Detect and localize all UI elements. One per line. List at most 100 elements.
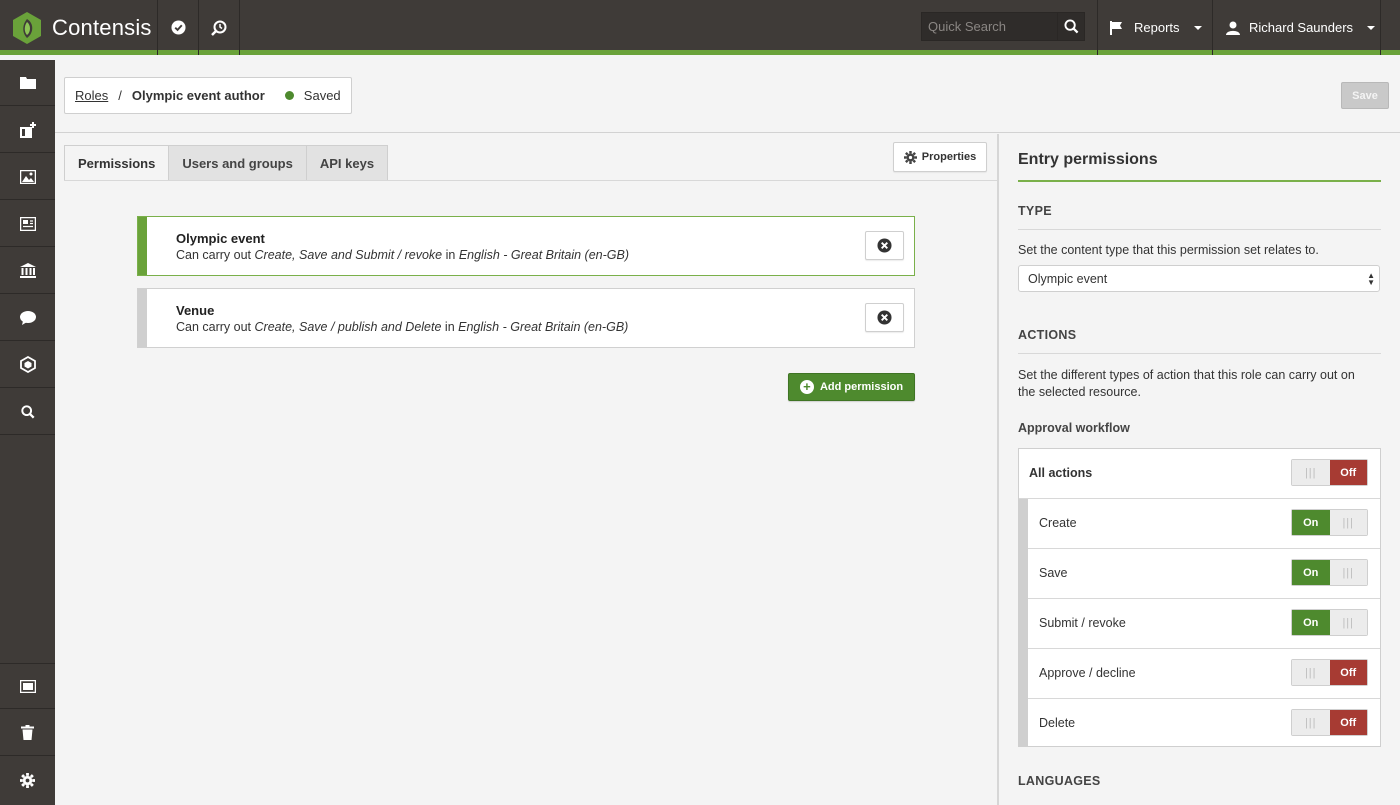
toggle-handle: ||| bbox=[1329, 610, 1367, 635]
image-icon bbox=[19, 169, 36, 184]
sidebar-item-structure[interactable] bbox=[0, 248, 55, 294]
type-heading: TYPE bbox=[1018, 204, 1052, 218]
search-icon bbox=[1063, 19, 1078, 34]
topbar-divider bbox=[1212, 0, 1213, 55]
permission-title: Olympic event bbox=[176, 231, 265, 246]
newspaper-icon bbox=[19, 216, 36, 231]
permission-connector: in bbox=[441, 320, 459, 334]
speech-bubble-icon bbox=[19, 310, 36, 325]
app-brand-name: Contensis bbox=[52, 14, 152, 40]
tasks-button[interactable] bbox=[158, 0, 199, 55]
toggle-state-on: On bbox=[1292, 610, 1330, 635]
sidebar-item-preview[interactable] bbox=[0, 663, 55, 709]
history-search-button[interactable] bbox=[199, 0, 240, 55]
top-bar: Contensis Reports Richard Saunders bbox=[0, 0, 1400, 55]
sidebar-item-recycle-bin[interactable] bbox=[0, 710, 55, 756]
search-icon bbox=[20, 404, 34, 418]
toggle-row-create: Create On ||| bbox=[1019, 499, 1380, 549]
toggle-label: Submit / revoke bbox=[1039, 616, 1126, 630]
topbar-divider bbox=[1097, 0, 1098, 55]
submit-revoke-toggle[interactable]: On ||| bbox=[1291, 609, 1368, 636]
content-type-select[interactable]: Olympic event ▲ ▼ bbox=[1018, 265, 1380, 292]
quick-search-input[interactable] bbox=[921, 12, 1058, 41]
reports-menu[interactable]: Reports bbox=[1110, 0, 1202, 55]
toggle-row-delete: Delete ||| Off bbox=[1019, 699, 1380, 746]
item-indicator bbox=[138, 289, 147, 347]
chevron-down-icon bbox=[1193, 25, 1202, 30]
toggle-row-save: Save On ||| bbox=[1019, 549, 1380, 599]
all-actions-toggle[interactable]: ||| Off bbox=[1291, 459, 1368, 486]
tab-divider bbox=[64, 180, 997, 181]
properties-button[interactable]: Properties bbox=[893, 142, 987, 172]
add-permission-button[interactable]: + Add permission bbox=[788, 373, 915, 401]
remove-permission-button[interactable] bbox=[865, 303, 904, 332]
toggle-state-off: Off bbox=[1329, 660, 1367, 685]
actions-heading: ACTIONS bbox=[1018, 328, 1077, 342]
toggle-handle: ||| bbox=[1292, 660, 1330, 685]
permission-actions: Create, Save / publish and Delete bbox=[254, 320, 442, 334]
sidebar-item-media[interactable] bbox=[0, 154, 55, 200]
close-circle-icon bbox=[877, 238, 892, 253]
permission-title: Venue bbox=[176, 303, 215, 318]
add-permission-label: Add permission bbox=[819, 381, 904, 393]
user-menu[interactable]: Richard Saunders bbox=[1226, 0, 1376, 55]
history-search-icon bbox=[211, 20, 227, 36]
permission-language: English - Great Britain (en-GB) bbox=[458, 248, 630, 262]
toggle-row-submit-revoke: Submit / revoke On ||| bbox=[1019, 599, 1380, 649]
breadcrumb: Roles / Olympic event author Saved bbox=[64, 77, 352, 114]
institution-icon bbox=[19, 263, 36, 278]
breadcrumb-separator: / bbox=[118, 88, 122, 103]
toggle-state-on: On bbox=[1292, 510, 1330, 535]
permission-connector: in bbox=[442, 248, 459, 262]
sidebar-item-entries[interactable] bbox=[0, 201, 55, 247]
user-name: Richard Saunders bbox=[1249, 20, 1354, 35]
nested-indicator bbox=[1019, 599, 1028, 649]
section-divider bbox=[1018, 353, 1381, 354]
create-toggle[interactable]: On ||| bbox=[1291, 509, 1368, 536]
remove-permission-button[interactable] bbox=[865, 231, 904, 260]
tab-api-keys[interactable]: API keys bbox=[306, 145, 389, 181]
tab-permissions[interactable]: Permissions bbox=[64, 145, 170, 181]
type-help-text: Set the content type that this permissio… bbox=[1018, 243, 1319, 257]
permission-item-venue[interactable]: Venue Can carry out Create, Save / publi… bbox=[137, 288, 915, 348]
sidebar-item-settings[interactable] bbox=[0, 757, 55, 803]
sidebar-item-comments[interactable] bbox=[0, 295, 55, 341]
entry-permissions-panel: Entry permissions TYPE Set the content t… bbox=[997, 134, 1400, 805]
delete-toggle[interactable]: ||| Off bbox=[1291, 709, 1368, 736]
permission-description: Can carry out Create, Save / publish and… bbox=[176, 320, 628, 334]
save-status-text: Saved bbox=[303, 88, 341, 103]
sidebar-item-content[interactable] bbox=[0, 60, 55, 106]
gear-icon bbox=[20, 772, 35, 788]
folder-icon bbox=[19, 77, 36, 89]
nested-indicator bbox=[1019, 649, 1028, 699]
permission-language: English - Great Britain (en-GB) bbox=[458, 320, 629, 334]
toggle-state-off: Off bbox=[1329, 460, 1367, 485]
permission-prefix: Can carry out bbox=[176, 320, 255, 334]
actions-help-text: Set the different types of action that t… bbox=[1018, 368, 1355, 399]
toggle-handle: ||| bbox=[1329, 560, 1367, 585]
tab-users-and-groups[interactable]: Users and groups bbox=[169, 145, 307, 181]
sidebar-item-components[interactable] bbox=[0, 342, 55, 388]
add-content-icon bbox=[19, 121, 36, 138]
layers-hexagon-icon bbox=[19, 356, 36, 373]
toggle-state-off: Off bbox=[1329, 710, 1367, 735]
save-toggle[interactable]: On ||| bbox=[1291, 559, 1368, 586]
breadcrumb-roles-link[interactable]: Roles bbox=[75, 88, 108, 103]
close-circle-icon bbox=[877, 310, 892, 325]
sidebar-item-search[interactable] bbox=[0, 389, 55, 435]
permission-item-olympic-event[interactable]: Olympic event Can carry out Create, Save… bbox=[137, 216, 915, 276]
flag-icon bbox=[1110, 20, 1122, 35]
contensis-logo-icon bbox=[13, 11, 41, 44]
save-button[interactable]: Save bbox=[1341, 82, 1389, 109]
app-logo[interactable]: Contensis bbox=[0, 0, 158, 55]
toggle-row-approve-decline: Approve / decline ||| Off bbox=[1019, 649, 1380, 699]
nested-indicator bbox=[1019, 699, 1028, 746]
quick-search-button[interactable] bbox=[1058, 12, 1085, 41]
approve-decline-toggle[interactable]: ||| Off bbox=[1291, 659, 1368, 686]
sidebar-item-add-content[interactable] bbox=[0, 107, 55, 153]
toggle-label: Save bbox=[1039, 566, 1068, 580]
nested-indicator bbox=[1019, 499, 1028, 549]
page-title: Olympic event author bbox=[131, 88, 265, 103]
tab-bar: Permissions Users and groups API keys bbox=[64, 145, 389, 181]
plus-circle-icon: + bbox=[799, 380, 814, 394]
